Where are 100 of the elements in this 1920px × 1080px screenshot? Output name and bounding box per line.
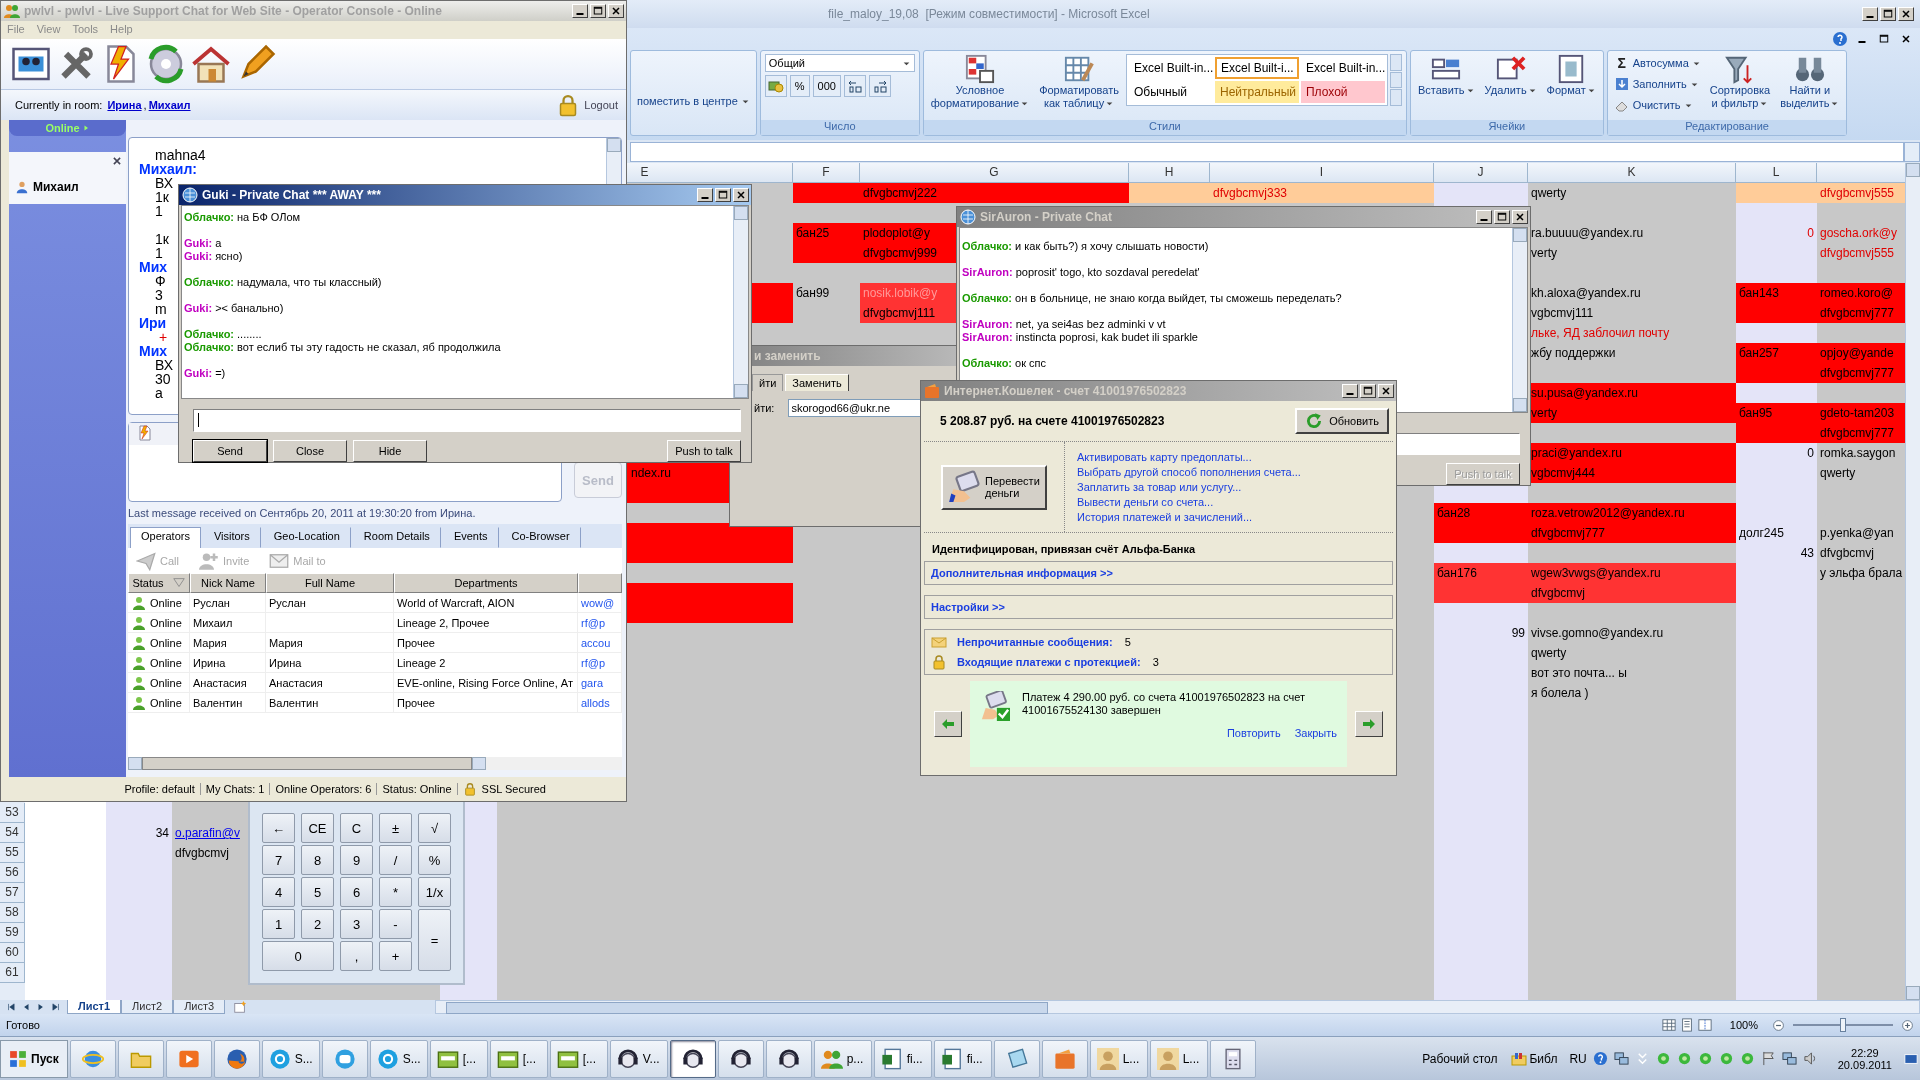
calculator-key[interactable]: ←: [262, 813, 295, 843]
calculator-key[interactable]: CE: [301, 813, 334, 843]
cell-style[interactable]: Excel Built-i...: [1214, 57, 1299, 79]
tab[interactable]: Заменить: [785, 374, 849, 391]
dialog-button[interactable]: Push to talk: [667, 440, 741, 462]
number-format-dropdown[interactable]: Общий: [764, 54, 915, 72]
calculator-key[interactable]: /: [379, 845, 412, 875]
close-button[interactable]: [733, 188, 749, 202]
help-icon[interactable]: [1592, 1051, 1608, 1066]
column-header[interactable]: K: [1528, 163, 1736, 183]
calculator-key[interactable]: 7: [262, 845, 295, 875]
new-sheet-icon[interactable]: [233, 1000, 248, 1014]
library-button[interactable]: Библ: [1507, 1050, 1562, 1067]
ribbon-button[interactable]: Очистить: [1611, 96, 1703, 114]
session-item[interactable]: Михаил: [15, 180, 79, 194]
sheet-tab[interactable]: Лист1: [67, 1000, 122, 1014]
calculator-key[interactable]: =: [418, 909, 451, 971]
logout-button[interactable]: Logout: [556, 93, 618, 117]
ribbon-button[interactable]: Σ Автосумма: [1611, 54, 1703, 72]
minimize-button[interactable]: [697, 188, 713, 202]
calculator-key[interactable]: *: [379, 877, 412, 907]
ribbon-button[interactable]: Сортировка и фильтр: [1706, 54, 1774, 110]
email-link[interactable]: allods: [578, 693, 622, 713]
email-link[interactable]: gara: [578, 673, 622, 693]
status-tab[interactable]: Online: [9, 120, 126, 136]
ribbon-button[interactable]: Найти и выделить: [1777, 54, 1843, 110]
scrollbar[interactable]: [128, 757, 622, 770]
link[interactable]: Выбрать другой способ пополнения счета...: [1077, 466, 1301, 478]
calculator-key[interactable]: 8: [301, 845, 334, 875]
message-input[interactable]: [193, 409, 741, 432]
dialog-button[interactable]: Close: [273, 440, 347, 462]
calculator-key[interactable]: √: [418, 813, 451, 843]
tab[interactable]: Operators: [130, 527, 201, 548]
link[interactable]: История платежей и зачислений...: [1077, 511, 1301, 523]
taskbar-button[interactable]: p...: [813, 1039, 872, 1078]
format-button[interactable]: %: [789, 75, 810, 97]
row-number[interactable]: 57: [0, 883, 25, 903]
expander-link[interactable]: Дополнительная информация >>: [924, 561, 1393, 585]
sheet-tab[interactable]: Лист2: [121, 1000, 174, 1014]
counter-link[interactable]: Непрочитанные сообщения:: [957, 636, 1113, 648]
taskbar-button[interactable]: fi...: [933, 1039, 992, 1078]
row-number[interactable]: 55: [0, 843, 25, 863]
taskbar-button[interactable]: [669, 1039, 716, 1078]
taskbar-button[interactable]: [...: [549, 1039, 608, 1078]
calculator-key[interactable]: +: [379, 941, 412, 971]
link[interactable]: Вывести деньги со счета...: [1077, 496, 1301, 508]
calculator-key[interactable]: 2: [301, 909, 334, 939]
taskbar-button[interactable]: [...: [489, 1039, 548, 1078]
scrollbar[interactable]: [733, 206, 748, 398]
calculator-key[interactable]: 1: [262, 909, 295, 939]
calculator-key[interactable]: 9: [340, 845, 373, 875]
transfer-button[interactable]: Перевести деньги: [941, 464, 1047, 510]
row-number[interactable]: 60: [0, 943, 25, 963]
network-icon[interactable]: [1781, 1051, 1797, 1066]
show-desktop-icon[interactable]: [1904, 1051, 1918, 1066]
taskbar-button[interactable]: fi...: [873, 1039, 932, 1078]
ribbon-button[interactable]: Удалить: [1481, 54, 1540, 97]
scrollbar[interactable]: [1905, 163, 1920, 1000]
taskbar-button[interactable]: L...: [1089, 1039, 1148, 1078]
scrollbar[interactable]: [1512, 228, 1527, 412]
column-header[interactable]: G: [860, 163, 1129, 183]
tab[interactable]: йти: [752, 374, 784, 391]
taskbar-button[interactable]: [765, 1039, 812, 1078]
taskbar-button[interactable]: S...: [369, 1039, 428, 1078]
taskbar-button[interactable]: V...: [609, 1039, 668, 1078]
ribbon-button[interactable]: поместить в центре: [635, 94, 752, 108]
slider-thumb[interactable]: [1840, 1018, 1846, 1032]
close-icon[interactable]: [112, 156, 122, 166]
email-link[interactable]: wow@: [578, 593, 622, 613]
page-break-icon[interactable]: [1697, 1018, 1712, 1032]
link[interactable]: Активировать карту предоплаты...: [1077, 451, 1301, 463]
person-link[interactable]: Михаил: [148, 99, 191, 111]
calculator-key[interactable]: ±: [379, 813, 412, 843]
email-link[interactable]: rf@p: [578, 613, 622, 633]
start-button[interactable]: Пуск: [0, 1039, 68, 1078]
scrollbar[interactable]: [435, 1000, 1920, 1014]
normal-view-icon[interactable]: [1661, 1018, 1676, 1032]
help-icon[interactable]: [1832, 31, 1848, 47]
ribbon-button[interactable]: Формат: [1543, 54, 1599, 97]
network-icon[interactable]: [1613, 1051, 1629, 1066]
dialog-button[interactable]: Hide: [353, 440, 427, 462]
disc-arrows-icon[interactable]: [146, 44, 186, 84]
formula-field[interactable]: [630, 141, 1904, 162]
column-header[interactable]: F: [793, 163, 860, 183]
sheet-tab[interactable]: Лист3: [173, 1000, 226, 1014]
link[interactable]: Закрыть: [1294, 727, 1337, 739]
page-layout-icon[interactable]: [1679, 1018, 1694, 1032]
row-number[interactable]: 58: [0, 903, 25, 923]
last-sheet-icon[interactable]: [51, 1002, 61, 1012]
calculator-key[interactable]: 1/x: [418, 877, 451, 907]
row-number[interactable]: 61: [0, 963, 25, 983]
row-number[interactable]: 53: [0, 803, 25, 823]
house-icon[interactable]: [191, 44, 231, 84]
calculator-key[interactable]: %: [418, 845, 451, 875]
ribbon-button[interactable]: Вставить: [1414, 54, 1478, 97]
calculator-key[interactable]: ,: [340, 941, 373, 971]
column-header[interactable]: L: [1736, 163, 1817, 183]
language-indicator[interactable]: RU: [1569, 1051, 1587, 1066]
column-header[interactable]: J: [1434, 163, 1528, 183]
format-button[interactable]: 000: [812, 75, 841, 97]
